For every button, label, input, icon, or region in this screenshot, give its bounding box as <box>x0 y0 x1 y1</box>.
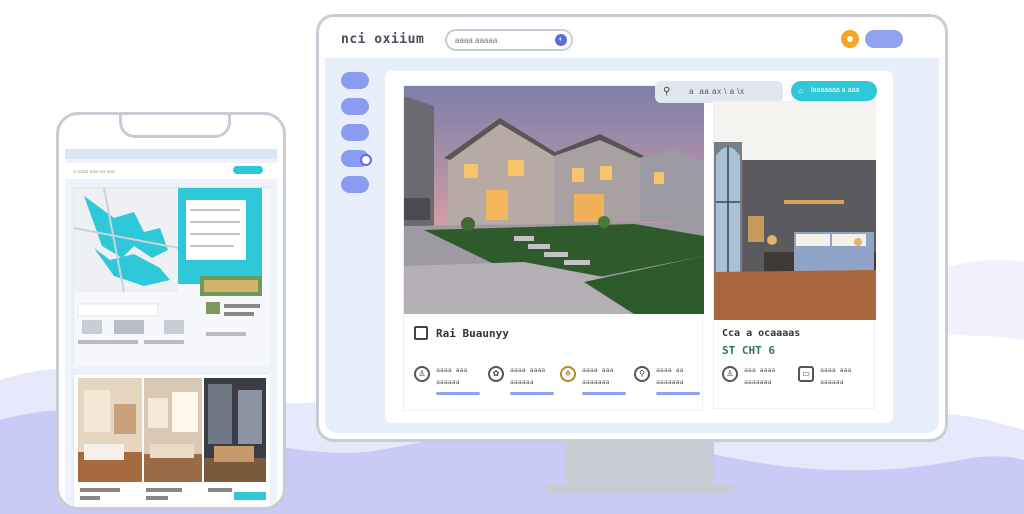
listing-title[interactable]: Cca a ocaaaas <box>722 328 800 339</box>
feature-label: aaaa aaaa <box>510 366 546 374</box>
feature-value: aaaaaaa <box>656 378 684 386</box>
notification-icon[interactable] <box>841 30 859 48</box>
bath-icon: ✿ <box>488 366 504 382</box>
sidebar-item-active[interactable] <box>341 150 372 167</box>
brand-logo[interactable]: nci oxiium <box>341 32 424 47</box>
phone-gallery[interactable] <box>73 373 270 507</box>
listing-price: ST CHT 6 <box>722 344 775 357</box>
mic-icon[interactable]: ◐ <box>555 34 567 46</box>
feature-item: ❖ aaaa aaa aaaaaaa <box>560 364 630 398</box>
feature-underline <box>510 392 554 395</box>
search-box[interactable]: ◐ <box>445 29 573 51</box>
bed-icon: ♙ <box>414 366 430 382</box>
profile-button[interactable] <box>865 30 903 48</box>
phone-search-hint: a aaaa aaa aa aaa <box>73 169 115 175</box>
house-icon <box>414 326 428 340</box>
phone-map-panel[interactable] <box>73 187 270 366</box>
mobile-phone: a aaaa aaa aa aaa <box>56 112 286 510</box>
sidebar-item[interactable] <box>341 72 369 89</box>
feature-value: aaaaaa <box>820 378 844 386</box>
search-input[interactable] <box>455 33 551 47</box>
bedroom-photo[interactable] <box>714 102 876 320</box>
filter-bar[interactable]: ⚲ a aa ax \ a \x <box>655 81 783 103</box>
feature-item: ⚲ aaaa aa aaaaaaa <box>634 364 704 398</box>
feature-label: aaaa aaa <box>582 366 614 374</box>
feature-item: ✿ aaaa aaaa aaaaaa <box>488 364 558 398</box>
stage: nci oxiium ◐ <box>0 0 1024 514</box>
feature-underline <box>582 392 626 395</box>
phone-topbar <box>65 149 277 159</box>
listing-card[interactable]: Cca a ocaaaas ST CHT 6 ♙ aaa aaaa aaaaaa… <box>713 101 876 409</box>
feature-item: ♙ aaaa aaa aaaaaa <box>414 364 484 398</box>
listings-panel: Rai Buaunyy ♙ aaaa aaa aaaaaa ✿ aaaa aaa… <box>385 71 893 423</box>
sidebar-item[interactable] <box>341 124 369 141</box>
phone-notch <box>119 115 231 138</box>
sofa-icon: ▭ <box>798 366 814 382</box>
filter-text: a aa ax \ a \x <box>689 87 745 96</box>
location-icon: ⚲ <box>634 366 650 382</box>
sidebar-nav <box>341 72 375 202</box>
listing-card[interactable]: Rai Buaunyy ♙ aaaa aaa aaaaaa ✿ aaaa aaa… <box>403 85 704 411</box>
search-button[interactable]: laaaaaaa a aaa <box>791 81 877 101</box>
desktop-monitor: nci oxiium ◐ <box>316 14 948 442</box>
phone-screen: a aaaa aaa aa aaa <box>65 149 277 507</box>
phone-search-bar[interactable]: a aaaa aaa aa aaa <box>65 163 277 179</box>
feature-label: aaa aaaa <box>744 366 776 374</box>
sidebar-item[interactable] <box>341 176 369 193</box>
monitor-base <box>546 484 734 494</box>
desktop-topbar: nci oxiium ◐ <box>325 23 939 59</box>
feature-underline <box>656 392 700 395</box>
monitor-stand <box>566 442 714 484</box>
house-exterior-photo[interactable] <box>404 86 704 314</box>
feature-label: aaaa aa <box>656 366 684 374</box>
filter-icon[interactable]: ⚲ <box>663 86 670 97</box>
desktop-screen: nci oxiium ◐ <box>325 23 939 433</box>
feature-value: aaaaaa <box>510 378 534 386</box>
feature-value: aaaaaa <box>436 378 460 386</box>
feature-value: aaaaaaa <box>744 378 772 386</box>
area-icon: ❖ <box>560 366 576 382</box>
bed-icon: ♙ <box>722 366 738 382</box>
feature-label: aaaa aaa <box>820 366 852 374</box>
feature-item: ♙ aaa aaaa aaaaaaa <box>722 364 792 398</box>
feature-label: aaaa aaa <box>436 366 468 374</box>
feature-underline <box>436 392 480 395</box>
feature-value: aaaaaaa <box>582 378 610 386</box>
sidebar-item[interactable] <box>341 98 369 115</box>
feature-item: ▭ aaaa aaa aaaaaa <box>798 364 868 398</box>
phone-search-button[interactable] <box>233 166 263 174</box>
listing-title[interactable]: Rai Buaunyy <box>436 327 509 340</box>
